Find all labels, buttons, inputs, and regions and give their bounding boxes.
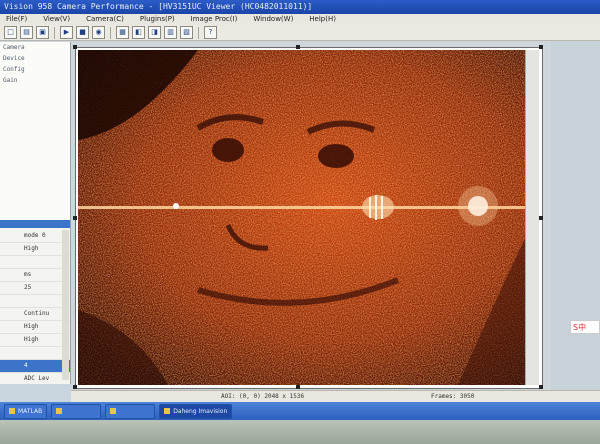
stop-icon[interactable]: ■: [76, 26, 89, 39]
open-icon[interactable]: ▤: [20, 26, 33, 39]
properties-scrollbar[interactable]: [62, 230, 69, 380]
property-row[interactable]: 25: [0, 282, 70, 295]
menu-help[interactable]: Help(H): [303, 14, 346, 25]
property-key: [0, 334, 24, 346]
taskbar-item-label: Daheng Imavision: [173, 407, 228, 415]
app-icon: [164, 408, 171, 414]
property-key: [0, 230, 24, 242]
snap-icon[interactable]: ◉: [92, 26, 105, 39]
resize-handle[interactable]: [539, 385, 543, 389]
property-key: [0, 256, 24, 268]
property-key: [0, 282, 24, 294]
resize-handle[interactable]: [73, 45, 77, 49]
properties-list: mode 0 High ms 25 Continu High High 4 AD…: [0, 230, 70, 384]
speckle-image: [78, 50, 539, 385]
bright-spot-glow: [458, 186, 498, 226]
face-eye-right: [318, 144, 354, 168]
new-icon[interactable]: □: [4, 26, 17, 39]
menu-view[interactable]: View(V): [37, 14, 80, 25]
folder-icon: [110, 408, 117, 414]
property-row[interactable]: Continu: [0, 308, 70, 321]
toolbar-separator: [198, 26, 199, 39]
window-title-bar: Vision 958 Camera Performance - [HV3151U…: [0, 0, 600, 14]
grid-icon[interactable]: ▦: [116, 26, 129, 39]
menu-plugins[interactable]: Plugins(P): [134, 14, 185, 25]
image-scrollbar[interactable]: [525, 50, 539, 385]
ime-indicator[interactable]: S中: [570, 320, 600, 334]
camera-image[interactable]: [78, 50, 539, 385]
property-row[interactable]: High: [0, 243, 70, 256]
property-row-selected[interactable]: 4: [0, 360, 70, 373]
property-key: [0, 295, 24, 307]
tree-item[interactable]: Gain: [0, 75, 70, 86]
menu-window[interactable]: Window(W): [247, 14, 303, 25]
camera-tree: Camera Device Config Gain: [0, 42, 70, 220]
monitor-bezel: [0, 420, 600, 444]
layout-icon[interactable]: ◨: [148, 26, 161, 39]
menu-camera[interactable]: Camera(C): [80, 14, 134, 25]
properties-header: [0, 220, 70, 228]
layout-icon[interactable]: ▥: [164, 26, 177, 39]
menu-image-proc[interactable]: Image Proc(I): [185, 14, 248, 25]
property-key: [0, 308, 24, 320]
app-icon: [56, 408, 63, 414]
play-icon[interactable]: ▶: [60, 26, 73, 39]
property-row[interactable]: [0, 295, 70, 308]
property-key: [0, 321, 24, 333]
property-row[interactable]: mode 0: [0, 230, 70, 243]
tree-item[interactable]: Device: [0, 53, 70, 64]
property-key: [0, 269, 24, 281]
help-icon[interactable]: ?: [204, 26, 217, 39]
tree-item[interactable]: Camera: [0, 42, 70, 53]
layout-icon[interactable]: ▧: [180, 26, 193, 39]
menu-bar: File(F) View(V) Camera(C) Plugins(P) Ima…: [0, 14, 600, 25]
property-key: [0, 243, 24, 255]
property-key: [0, 347, 24, 359]
resize-handle[interactable]: [296, 45, 300, 49]
resize-handle[interactable]: [73, 216, 77, 220]
property-row[interactable]: ADC Lev: [0, 373, 70, 384]
save-icon[interactable]: ▣: [36, 26, 49, 39]
app-icon: [9, 408, 15, 414]
property-row[interactable]: [0, 347, 70, 360]
property-row[interactable]: High: [0, 334, 70, 347]
taskbar-item[interactable]: [105, 403, 156, 419]
property-row[interactable]: High: [0, 321, 70, 334]
taskbar-item-active[interactable]: Daheng Imavision: [159, 403, 233, 419]
taskbar: MATLAB Daheng Imavision: [0, 402, 600, 420]
taskbar-item[interactable]: MATLAB: [4, 403, 48, 419]
taskbar-item-label: MATLAB: [18, 407, 43, 415]
property-row[interactable]: ms: [0, 269, 70, 282]
menu-file[interactable]: File(F): [0, 14, 37, 25]
toolbar-separator: [54, 26, 55, 39]
layout-icon[interactable]: ◧: [132, 26, 145, 39]
small-bright-spot: [173, 203, 179, 209]
resize-handle[interactable]: [296, 385, 300, 389]
toolbar: □ ▤ ▣ ▶ ■ ◉ ▦ ◧ ◨ ▥ ▧ ?: [0, 25, 600, 41]
tree-item[interactable]: Config: [0, 64, 70, 75]
right-panel: [551, 42, 600, 402]
window-title: Vision 958 Camera Performance - [HV3151U…: [4, 2, 313, 11]
toolbar-separator: [110, 26, 111, 39]
bright-fringe: [362, 195, 394, 219]
left-panel: Camera Device Config Gain mode 0 High ms…: [0, 42, 71, 384]
property-row[interactable]: [0, 256, 70, 269]
face-eye-left: [212, 138, 244, 162]
property-key: [0, 360, 24, 372]
resize-handle[interactable]: [73, 385, 77, 389]
resize-handle[interactable]: [539, 45, 543, 49]
taskbar-item[interactable]: [51, 403, 102, 419]
resize-handle[interactable]: [539, 216, 543, 220]
property-key: [0, 373, 24, 384]
